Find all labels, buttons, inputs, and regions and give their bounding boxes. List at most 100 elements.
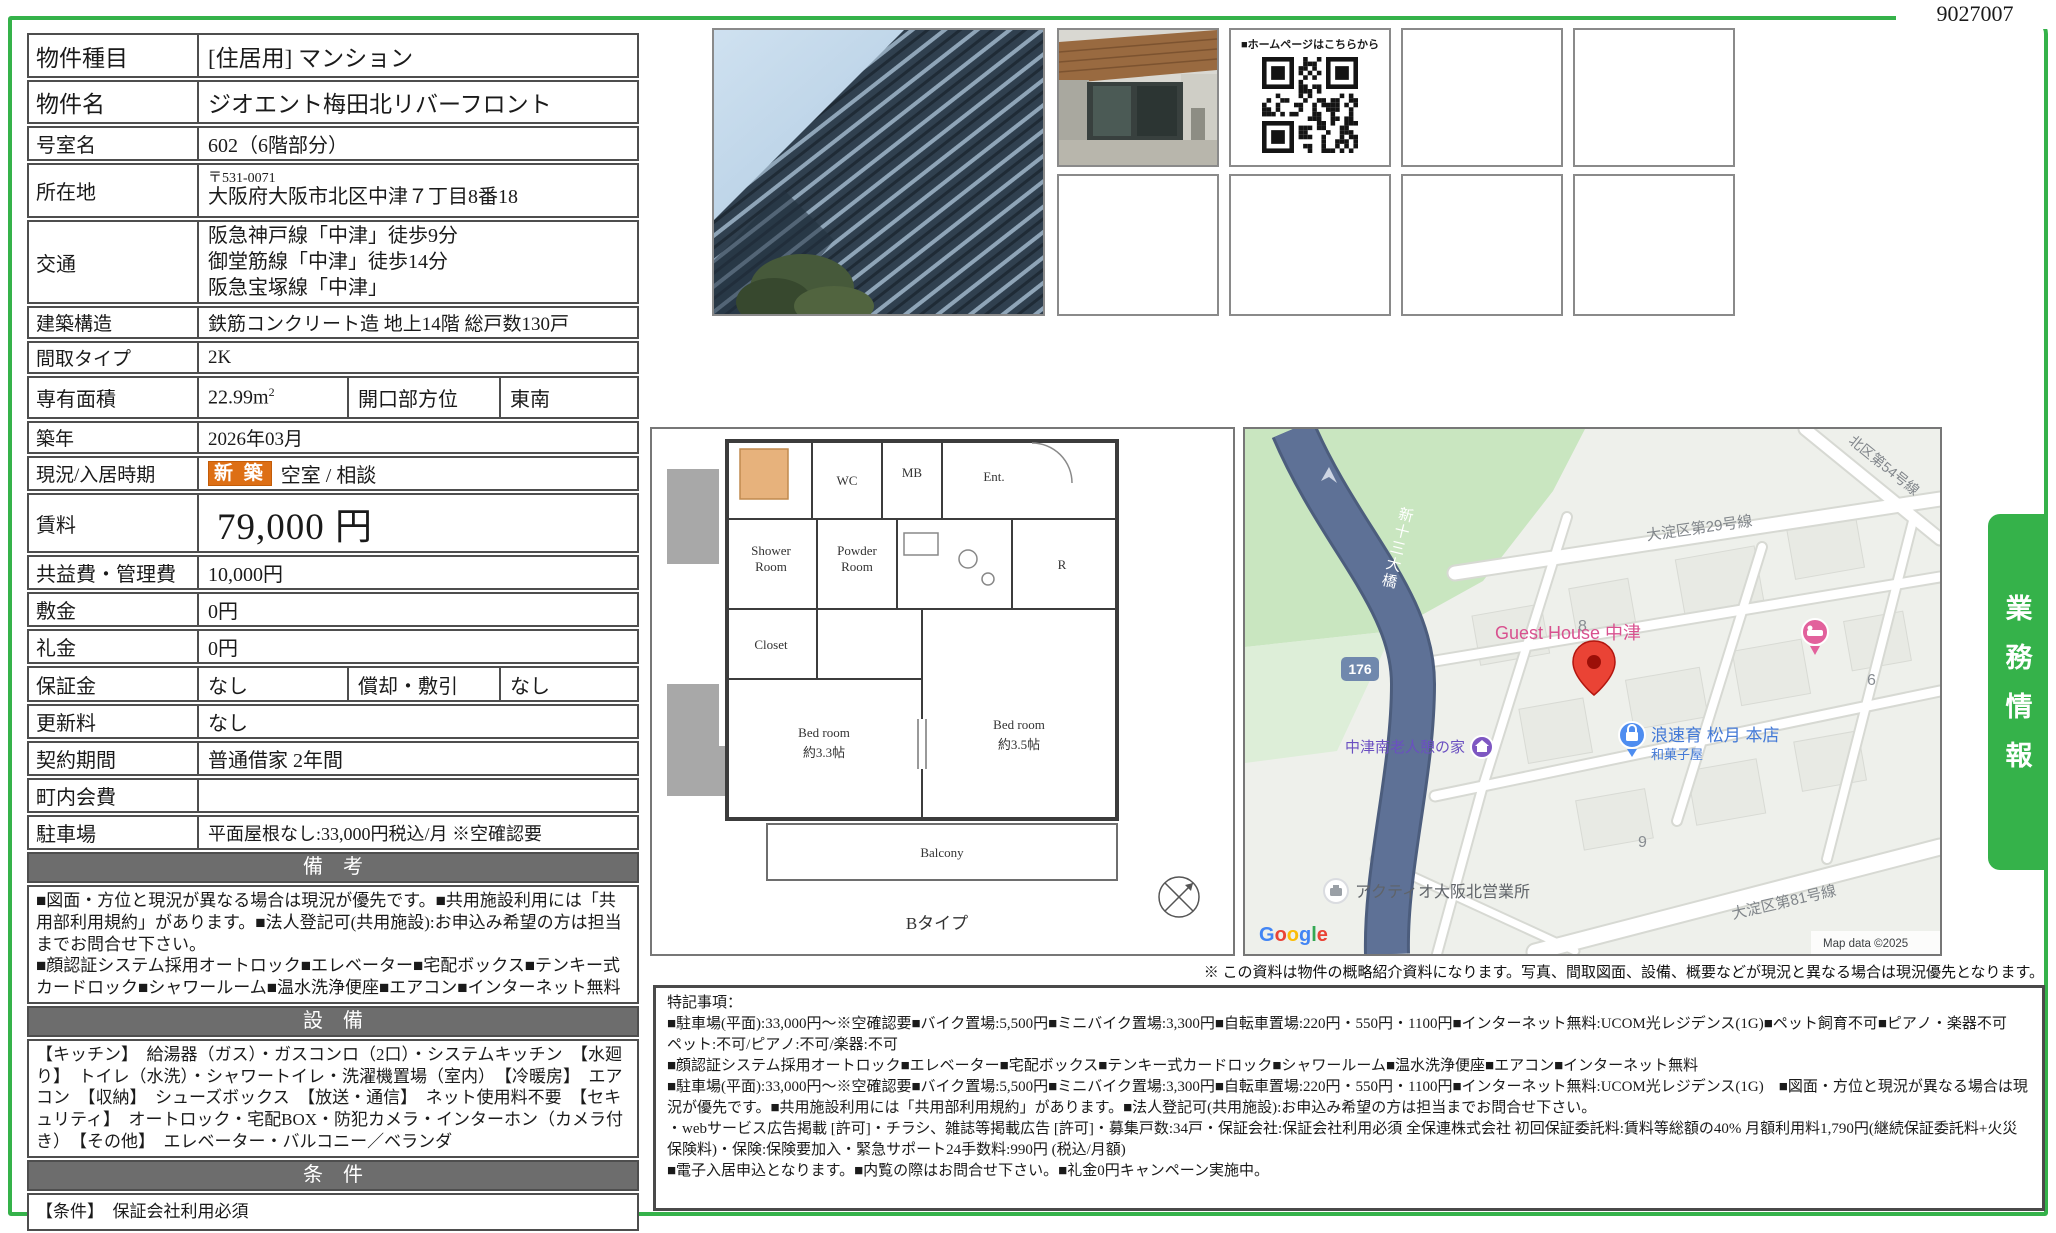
special-notes-line: ■顔認証システム採用オートロック■エレベーター■宅配ボックス■テンキー式カードロ… bbox=[667, 1056, 2031, 1077]
row-parking: 駐車場 平面屋根なし:33,000円税込/月 ※空確認要 bbox=[27, 815, 639, 850]
business-info-tab[interactable]: 業務情報 bbox=[1988, 514, 2046, 870]
guest-house-label: Guest House 中津 bbox=[1495, 623, 1641, 643]
svg-text:約3.3帖: 約3.3帖 bbox=[803, 745, 845, 760]
row-value: 22.99m2 bbox=[197, 378, 347, 417]
remarks-paragraph: ■顔認証システム採用オートロック■エレベーター■宅配ボックス■テンキー式カードロ… bbox=[36, 955, 630, 999]
row-guarantee-deposit: 保証金 なし 償却・敷引 なし bbox=[27, 666, 639, 702]
access-line: 阪急宝塚線「中津」 bbox=[208, 275, 458, 301]
row-label: 建築構造 bbox=[29, 308, 197, 337]
row-value: 〒531-0071 大阪府大阪市北区中津７丁目8番18 bbox=[197, 165, 637, 216]
row-built-year: 築年 2026年03月 bbox=[27, 421, 639, 454]
sub-label: 開口部方位 bbox=[347, 378, 499, 417]
special-notes-box: 特記事項： ■駐車場(平面):33,000円～※空確認要■バイク置場:5,500… bbox=[653, 985, 2045, 1211]
row-management-fee: 共益費・管理費 10,000円 bbox=[27, 555, 639, 590]
equipment-text: 【キッチン】 給湯器（ガス）・ガスコンロ（2口）・システムキッチン 【水廻り】 … bbox=[27, 1039, 639, 1158]
row-value: [住居用] マンション bbox=[197, 35, 637, 76]
disclaimer-note: ※ この資料は物件の概略紹介資料になります。写真、間取図面、設備、概要などが現況… bbox=[1100, 961, 2044, 982]
svg-text:Room: Room bbox=[841, 559, 873, 574]
floor-plan: WC MB Ent. Shower Room Powder Room Close… bbox=[650, 427, 1235, 956]
section-header-equipment: 設 備 bbox=[27, 1006, 639, 1037]
row-value: なし bbox=[197, 706, 637, 737]
document-number: 9027007 bbox=[1896, 1, 2054, 29]
label-wc: WC bbox=[837, 473, 858, 488]
svg-text:Room: Room bbox=[755, 559, 787, 574]
svg-text:176: 176 bbox=[1348, 661, 1372, 677]
status-text: 空室 / 相談 bbox=[281, 459, 377, 488]
label-closet: Closet bbox=[754, 637, 788, 652]
entrance-photo bbox=[1057, 28, 1219, 167]
row-value: ジオエント梅田北リバーフロント bbox=[197, 82, 637, 122]
new-build-badge: 新 築 bbox=[208, 461, 272, 487]
label-shower-room: Shower bbox=[751, 543, 791, 558]
row-label: 間取タイプ bbox=[29, 343, 197, 372]
row-label: 更新料 bbox=[29, 706, 197, 737]
photo-placeholder bbox=[1573, 28, 1735, 167]
row-structure: 建築構造 鉄筋コンクリート造 地上14階 総戸数130戸 bbox=[27, 306, 639, 339]
row-label: 物件名 bbox=[29, 84, 197, 120]
label-entrance: Ent. bbox=[983, 469, 1004, 484]
access-line: 阪急神戸線「中津」徒歩9分 bbox=[208, 223, 458, 249]
row-floor-area: 専有面積 22.99m2 開口部方位 東南 bbox=[27, 376, 639, 419]
building-photo bbox=[712, 28, 1045, 316]
business-info-tab-label: 業務情報 bbox=[1998, 594, 2037, 790]
row-label: 現況/入居時期 bbox=[29, 459, 197, 488]
wagashi-name: 浪速育 松月 本店 bbox=[1651, 726, 1779, 745]
row-label: 敷金 bbox=[29, 594, 197, 625]
access-line: 御堂筋線「中津」徒歩14分 bbox=[208, 249, 458, 275]
special-notes-line: ペット:不可/ピアノ:不可/楽器:不可 bbox=[667, 1035, 2031, 1056]
photo-placeholder bbox=[1057, 174, 1219, 316]
row-layout-type: 間取タイプ 2K bbox=[27, 341, 639, 374]
qr-caption: ■ホームページはこちらから bbox=[1231, 36, 1389, 52]
row-access: 交通 阪急神戸線「中津」徒歩9分 御堂筋線「中津」徒歩14分 阪急宝塚線「中津」 bbox=[27, 220, 639, 304]
svg-text:Map data ©2025: Map data ©2025 bbox=[1823, 938, 1908, 950]
map: 176 新十三大橋 大淀区第29号線 北区第54号線 大淀区第81号線 8 6 … bbox=[1243, 427, 1942, 956]
elder-home-label: 中津南老人憩の家 bbox=[1345, 739, 1465, 756]
row-label: 所在地 bbox=[29, 175, 197, 206]
row-contract-period: 契約期間 普通借家 2年間 bbox=[27, 741, 639, 776]
row-label: 保証金 bbox=[29, 669, 197, 700]
special-notes-line: ■電子入居申込となります。■内覧の際はお問合せ下さい。■礼金0円キャンペーン実施… bbox=[667, 1161, 2031, 1182]
row-label: 交通 bbox=[29, 247, 197, 278]
row-renewal-fee: 更新料 なし bbox=[27, 704, 639, 739]
sub-value: 東南 bbox=[499, 378, 637, 417]
rent-value: 79,000 円 bbox=[197, 495, 637, 551]
row-label: 駐車場 bbox=[29, 817, 197, 848]
row-key-money: 礼金 0円 bbox=[27, 629, 639, 664]
stair-block bbox=[667, 469, 719, 564]
property-table: 物件種目 [住居用] マンション 物件名 ジオエント梅田北リバーフロント 号室名… bbox=[27, 33, 639, 1233]
photo-placeholder bbox=[1401, 28, 1563, 167]
row-label: 契約期間 bbox=[29, 743, 197, 774]
row-value: 10,000円 bbox=[197, 557, 637, 588]
special-notes-line: ■駐車場(平面):33,000円～※空確認要■バイク置場:5,500円■ミニバイ… bbox=[667, 1077, 2031, 1119]
row-value: 阪急神戸線「中津」徒歩9分 御堂筋線「中津」徒歩14分 阪急宝塚線「中津」 bbox=[197, 222, 637, 302]
qr-box: ■ホームページはこちらから bbox=[1229, 28, 1391, 167]
conditions-text: 【条件】 保証会社利用必須 bbox=[27, 1193, 639, 1231]
label-mb: MB bbox=[902, 465, 923, 480]
wagashi-subtitle: 和菓子屋 bbox=[1651, 747, 1703, 762]
address-text: 大阪府大阪市北区中津７丁目8番18 bbox=[208, 186, 518, 209]
row-label: 号室名 bbox=[29, 128, 197, 159]
photo-placeholder bbox=[1401, 174, 1563, 316]
row-value: 平面屋根なし:33,000円税込/月 ※空確認要 bbox=[197, 817, 637, 848]
row-label: 礼金 bbox=[29, 631, 197, 662]
row-value: 2026年03月 bbox=[197, 423, 637, 452]
map-canvas: 176 新十三大橋 大淀区第29号線 北区第54号線 大淀区第81号線 8 6 … bbox=[1245, 429, 1940, 954]
sub-label: 償却・敷引 bbox=[347, 668, 499, 700]
row-value: なし bbox=[197, 668, 347, 700]
row-label: 専有面積 bbox=[29, 382, 197, 413]
meter-box bbox=[740, 449, 788, 499]
row-value: 0円 bbox=[197, 631, 637, 662]
map-attribution: Map data ©2025 bbox=[1811, 931, 1940, 954]
section-header-conditions: 条 件 bbox=[27, 1160, 639, 1191]
row-town-fee: 町内会費 bbox=[27, 778, 639, 813]
row-label: 町内会費 bbox=[29, 780, 197, 811]
row-label: 賃料 bbox=[29, 508, 197, 539]
row-value: 602（6階部分） bbox=[197, 128, 637, 159]
building-photo-art bbox=[714, 30, 1043, 314]
label-powder-room: Powder bbox=[837, 543, 877, 558]
row-value: 普通借家 2年間 bbox=[197, 743, 637, 774]
row-property-name: 物件名 ジオエント梅田北リバーフロント bbox=[27, 80, 639, 124]
row-value: 0円 bbox=[197, 594, 637, 625]
row-address: 所在地 〒531-0071 大阪府大阪市北区中津７丁目8番18 bbox=[27, 163, 639, 218]
row-status: 現況/入居時期 新 築 空室 / 相談 bbox=[27, 456, 639, 491]
